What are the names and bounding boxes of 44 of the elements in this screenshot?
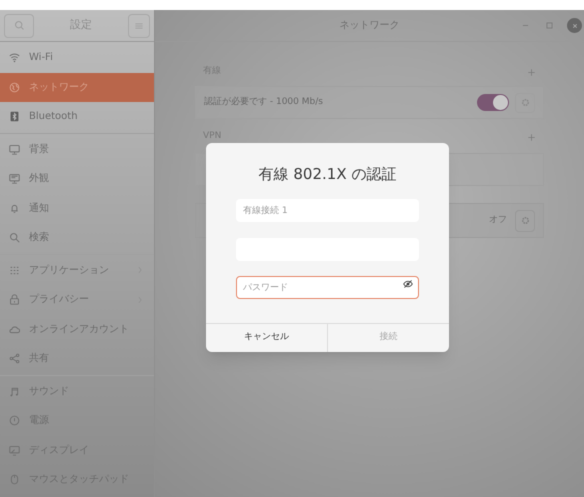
proxy-status: オフ — [489, 214, 507, 227]
sidebar-item[interactable]: アプリケーション — [0, 256, 154, 285]
sidebar-item[interactable]: 通知 — [0, 194, 154, 223]
input-field[interactable]: 有線接続 1 — [236, 199, 419, 222]
sidebar-item[interactable]: 検索 — [0, 223, 154, 252]
globe-icon — [9, 82, 20, 93]
toggle-switch[interactable] — [477, 94, 509, 111]
sidebar-item[interactable]: Bluetooth — [0, 102, 154, 132]
display-icon — [9, 444, 20, 456]
menu-icon — [134, 20, 144, 30]
lock-icon — [9, 294, 20, 306]
add-icon — [527, 68, 536, 76]
search-icon — [14, 20, 24, 31]
sidebar-item[interactable]: 背景 — [0, 134, 154, 164]
sidebar-item[interactable]: 外観 — [0, 164, 154, 194]
monitor-icon — [9, 144, 20, 155]
search-button[interactable] — [4, 14, 34, 38]
wifi-icon — [9, 52, 20, 64]
grid-icon — [9, 264, 20, 276]
settings-icon — [520, 97, 530, 108]
music-note-icon — [9, 386, 20, 397]
dialog-title: 有線 802.1X の認証 — [258, 164, 398, 185]
close-button[interactable] — [567, 18, 582, 33]
eye-slash-icon — [403, 279, 413, 289]
maximize-icon — [544, 21, 554, 30]
settings-button[interactable] — [515, 92, 535, 112]
bluetooth-icon — [9, 111, 20, 122]
connection-status: 認証が必要です - 1000 Mb/s — [204, 96, 324, 109]
search-icon — [9, 232, 20, 244]
power-icon — [9, 415, 20, 426]
cloud-icon — [9, 324, 20, 335]
bell-icon — [9, 202, 20, 214]
monitor-icon — [9, 173, 20, 184]
cancel-button[interactable]: キャンセル — [206, 324, 327, 352]
close-icon — [570, 22, 578, 30]
password-field[interactable]: パスワード — [236, 276, 419, 299]
settings-button[interactable] — [515, 210, 535, 232]
sidebar-item[interactable]: ネットワーク — [0, 72, 154, 102]
menu-button[interactable] — [128, 14, 150, 38]
sidebar-item[interactable]: Wi-Fi — [0, 43, 154, 72]
settings-icon — [520, 215, 530, 226]
add-icon — [527, 132, 536, 142]
mouse-icon — [9, 474, 20, 486]
share-icon — [9, 353, 20, 364]
